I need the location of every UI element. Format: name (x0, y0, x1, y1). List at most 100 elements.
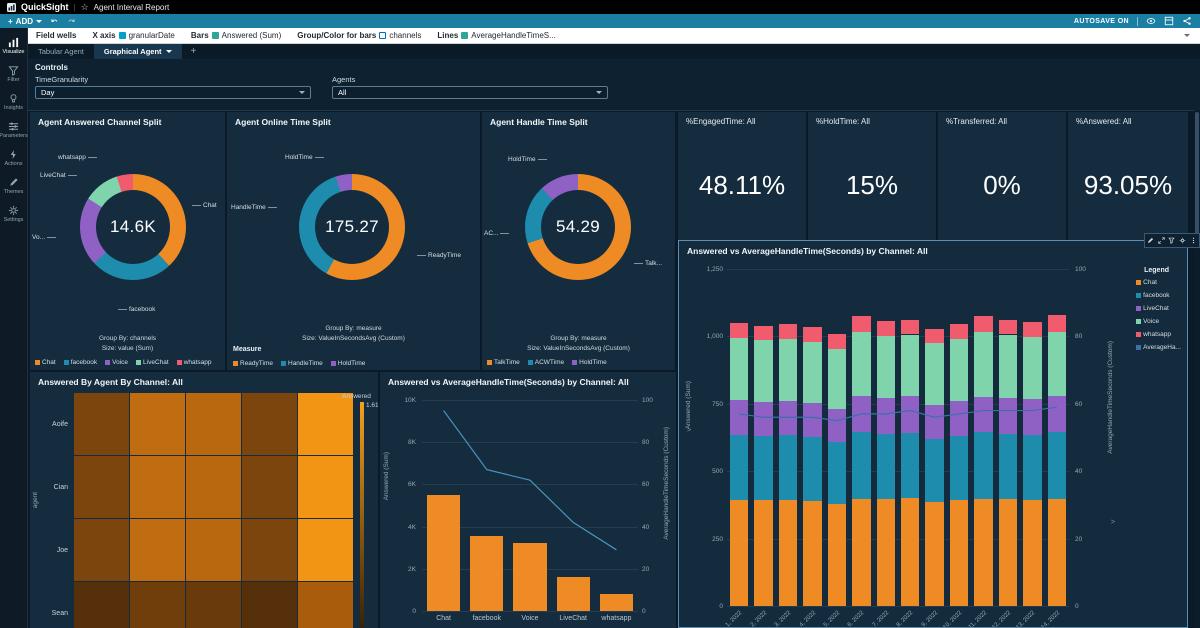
heatmap-cell[interactable] (130, 582, 185, 628)
bar-segment[interactable] (754, 326, 772, 341)
layout-icon[interactable] (1164, 16, 1174, 26)
heatmap-cell[interactable] (186, 456, 241, 518)
bar-segment[interactable] (1048, 396, 1066, 432)
add-button[interactable]: + ADD (8, 17, 42, 26)
field-well-bars[interactable]: Bars Answered (Sum) (191, 31, 281, 40)
visual-answered-vs-aht-stacked[interactable]: Answered vs AverageHandleTime(Seconds) b… (678, 240, 1188, 628)
field-well-group-color[interactable]: Group/Color for bars channels (297, 31, 421, 40)
heatmap-cell[interactable] (74, 456, 129, 518)
bar-segment[interactable] (730, 400, 748, 435)
bar-segment[interactable] (1048, 432, 1066, 498)
bar[interactable] (513, 543, 546, 611)
bar-segment[interactable] (779, 401, 797, 436)
bar-segment[interactable] (1023, 337, 1041, 400)
bar-segment[interactable] (999, 499, 1017, 606)
heatmap-cell[interactable] (242, 393, 297, 455)
bar-segment[interactable] (779, 324, 797, 339)
legend-item[interactable]: LiveChat (136, 359, 169, 366)
more-options-icon[interactable] (1190, 237, 1197, 244)
bar-segment[interactable] (901, 335, 919, 397)
bar-segment[interactable] (901, 433, 919, 498)
bar-segment[interactable] (1023, 322, 1041, 337)
bar-segment[interactable] (877, 398, 895, 434)
heatmap-cell[interactable] (186, 519, 241, 581)
heatmap-cell[interactable] (74, 519, 129, 581)
bar-segment[interactable] (754, 340, 772, 401)
bar-segment[interactable] (779, 500, 797, 606)
bar-segment[interactable] (950, 339, 968, 401)
bar-segment[interactable] (828, 334, 846, 349)
legend-item[interactable]: facebook (1136, 292, 1169, 299)
sidebar-item-actions[interactable]: Actions (0, 145, 27, 171)
bar-segment[interactable] (950, 436, 968, 501)
bar-segment[interactable] (901, 498, 919, 606)
bar-segment[interactable] (974, 432, 992, 498)
bar-segment[interactable] (925, 343, 943, 404)
axis-collapse-icon[interactable]: > (1111, 519, 1115, 526)
settings-icon[interactable] (1179, 237, 1186, 244)
heatmap-cell[interactable] (242, 582, 297, 628)
bar-segment[interactable] (877, 499, 895, 606)
visual-answered-vs-aht-by-channel[interactable]: Answered vs AverageHandleTime(Seconds) b… (380, 372, 676, 628)
bar-segment[interactable] (754, 402, 772, 436)
legend-item[interactable]: Voice (105, 359, 128, 366)
bar-segment[interactable] (925, 329, 943, 344)
add-sheet-button[interactable]: + (182, 44, 206, 59)
bar-segment[interactable] (852, 396, 870, 432)
bar-segment[interactable] (803, 501, 821, 606)
bar-segment[interactable] (828, 349, 846, 409)
field-wells-expand-icon[interactable] (1184, 34, 1190, 37)
bar-segment[interactable] (803, 342, 821, 403)
heatmap-cell[interactable] (242, 519, 297, 581)
bar-segment[interactable] (999, 398, 1017, 434)
sidebar-item-insights[interactable]: Insights (0, 89, 27, 115)
heatmap-cell[interactable] (130, 519, 185, 581)
undo-icon[interactable] (50, 17, 59, 26)
sidebar-item-settings[interactable]: Settings (0, 201, 27, 227)
legend-item[interactable]: ACWTime (528, 359, 564, 366)
bar-segment[interactable] (852, 432, 870, 498)
heatmap-cell[interactable] (242, 456, 297, 518)
legend-item[interactable]: whatsapp (177, 359, 212, 366)
agents-dropdown[interactable]: All (332, 86, 608, 99)
bar-segment[interactable] (999, 434, 1017, 500)
bar-segment[interactable] (1048, 332, 1066, 396)
visual-handle-time-split[interactable]: Agent Handle Time Split 54.29 HoldTime A… (482, 112, 675, 370)
heatmap-cell[interactable] (298, 393, 353, 455)
legend-item[interactable]: HoldTime (331, 360, 366, 367)
maximize-icon[interactable] (1158, 237, 1165, 244)
legend-item[interactable]: Voice (1136, 318, 1159, 325)
heatmap-cell[interactable] (74, 582, 129, 628)
field-well-lines[interactable]: Lines AverageHandleTimeS... (437, 31, 555, 40)
filter-icon[interactable] (1168, 237, 1175, 244)
bar[interactable] (557, 577, 590, 611)
bar[interactable] (600, 594, 633, 611)
heatmap-cell[interactable] (186, 582, 241, 628)
bar-segment[interactable] (779, 339, 797, 401)
redo-icon[interactable] (67, 17, 76, 26)
heatmap-cell[interactable] (298, 582, 353, 628)
donut-chart[interactable]: 54.29 (525, 174, 631, 280)
tab-graphical-agent[interactable]: Graphical Agent (94, 44, 182, 59)
sidebar-item-parameters[interactable]: Parameters (0, 117, 27, 143)
bar-segment[interactable] (974, 397, 992, 433)
heatmap-cell[interactable] (186, 393, 241, 455)
bar-segment[interactable] (803, 437, 821, 501)
tab-tabular-agent[interactable]: Tabular Agent (28, 44, 94, 59)
favorite-star-icon[interactable]: ☆ (81, 2, 89, 12)
bar-segment[interactable] (730, 435, 748, 500)
field-well-x-axis[interactable]: X axis granularDate (92, 31, 174, 40)
heatmap-cell[interactable] (298, 519, 353, 581)
bar-segment[interactable] (852, 332, 870, 396)
bar-segment[interactable] (754, 500, 772, 606)
bar-segment[interactable] (852, 499, 870, 606)
sidebar-item-filter[interactable]: Filter (0, 61, 27, 87)
legend-item[interactable]: HandleTime (281, 360, 323, 367)
visual-answered-by-agent-heatmap[interactable]: Answered By Agent By Channel: All AoifeC… (30, 372, 378, 628)
bar-segment[interactable] (925, 502, 943, 606)
visual-online-time-split[interactable]: Agent Online Time Split 175.27 HoldTime … (227, 112, 480, 370)
bar-segment[interactable] (950, 324, 968, 339)
scrollbar-thumb[interactable] (1195, 112, 1199, 242)
bar-segment[interactable] (1048, 315, 1066, 332)
legend-item[interactable]: whatsapp (1136, 331, 1171, 338)
